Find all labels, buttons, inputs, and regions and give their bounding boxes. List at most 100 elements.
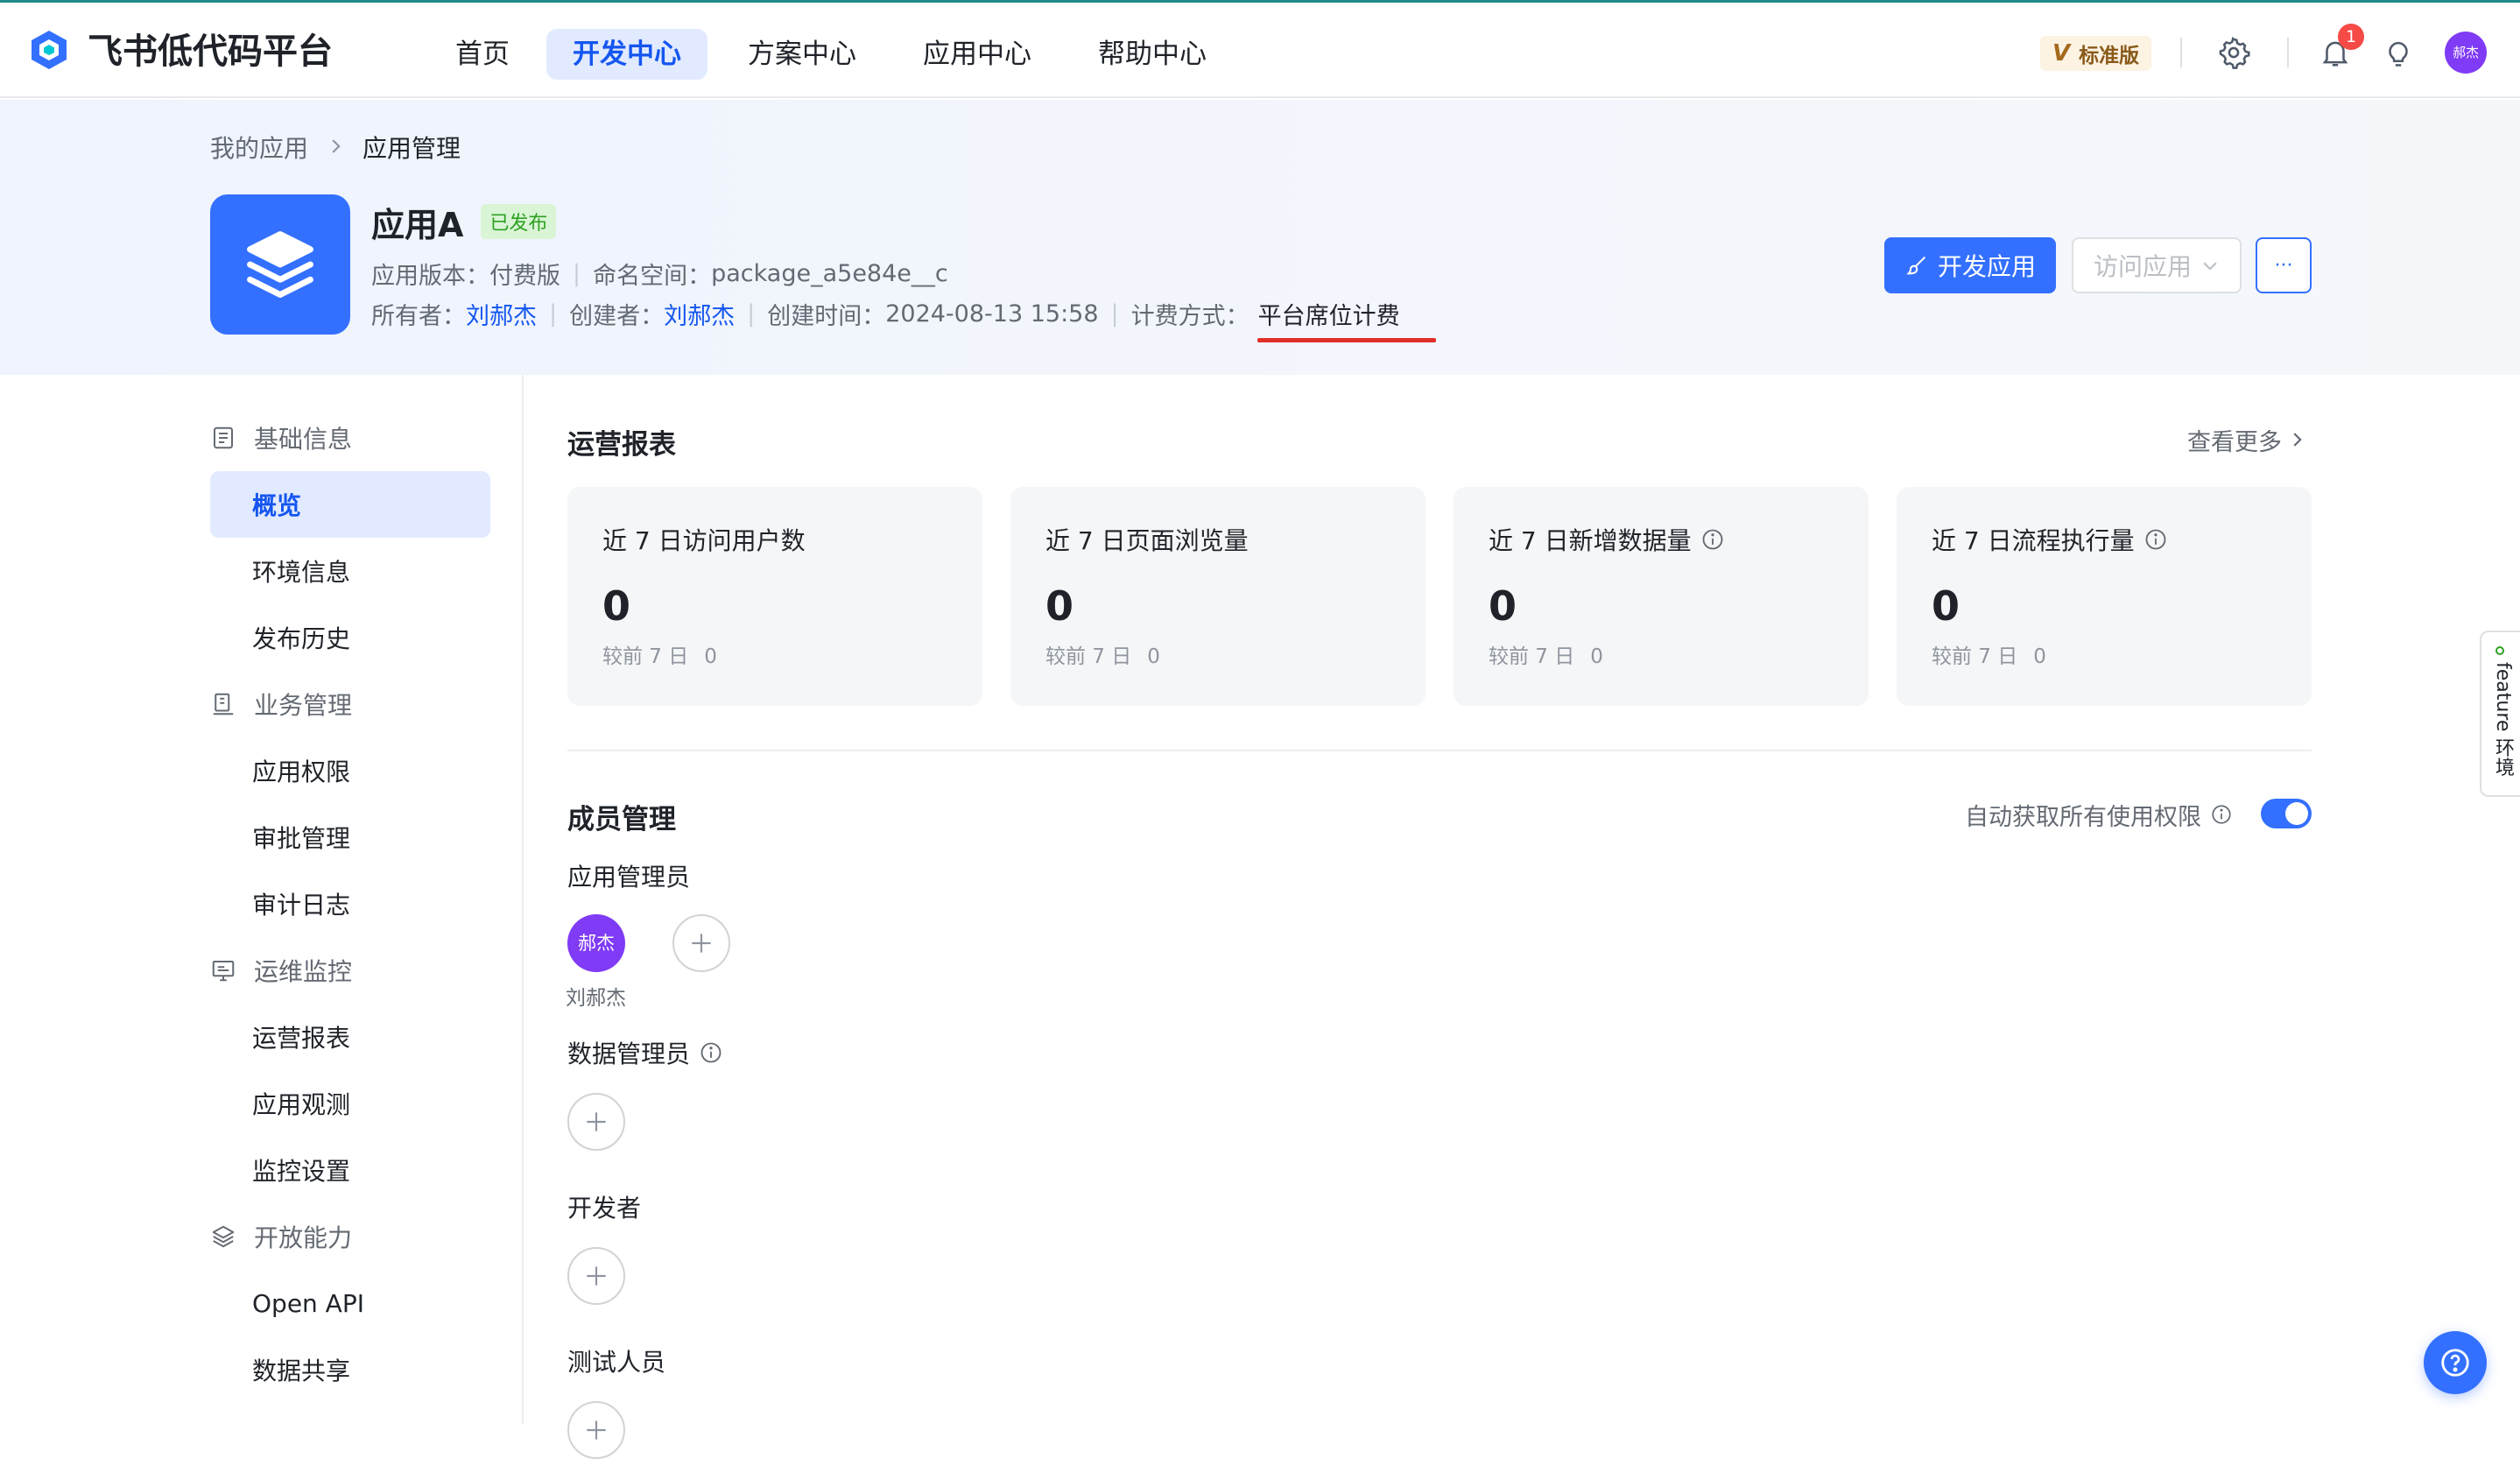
plus-icon [692, 934, 711, 953]
nav-home[interactable]: 首页 [429, 29, 536, 80]
lightbulb-icon[interactable] [2382, 36, 2415, 71]
develop-app-button[interactable]: 开发应用 [1884, 237, 2056, 293]
sidebar-item-monitor-settings[interactable]: 监控设置 [210, 1137, 490, 1203]
namespace-value: package_a5e84e__c [711, 259, 948, 287]
sidebar-item-approval[interactable]: 审批管理 [210, 804, 490, 870]
help-button[interactable] [2424, 1331, 2487, 1394]
sidebar-item-app-observe[interactable]: 应用观测 [210, 1070, 490, 1137]
member-avatar[interactable]: 郝杰 [567, 914, 625, 972]
stat-label: 近 7 日页面浏览量 [1045, 526, 1249, 555]
owner-link[interactable]: 刘郝杰 [466, 297, 537, 331]
sidebar-item-data-share[interactable]: 数据共享 [210, 1336, 490, 1403]
view-more-label: 查看更多 [2187, 428, 2282, 456]
sidebar-item-release-history[interactable]: 发布历史 [210, 604, 490, 671]
auto-permission-label: 自动获取所有使用权限 [1965, 803, 2201, 831]
sidebar-group-basic-info: 基础信息 [210, 413, 352, 462]
document-icon [214, 426, 233, 449]
more-actions-button[interactable]: ··· [2256, 237, 2312, 293]
sidebar-group-label: 基础信息 [254, 425, 353, 454]
sidebar-item-ops-report[interactable]: 运营报表 [210, 1004, 490, 1070]
app-meta-row-1: 应用版本： 付费版 | 命名空间： package_a5e84e__c [371, 256, 948, 291]
billing-value: 平台席位计费 [1257, 302, 1400, 330]
add-developer-button[interactable] [567, 1247, 625, 1305]
billing-highlight-underline [1257, 338, 1436, 342]
visit-app-label: 访问应用 [2093, 252, 2192, 281]
sidebar-item-environment[interactable]: 环境信息 [210, 538, 490, 604]
status-badge: 已发布 [481, 204, 557, 239]
creator-link[interactable]: 刘郝杰 [664, 297, 735, 331]
billing-label: 计费方式： [1130, 302, 1249, 330]
nav-app-center[interactable]: 应用中心 [897, 29, 1058, 80]
paint-brush-icon [1906, 256, 1926, 275]
info-icon[interactable] [1700, 527, 1725, 552]
chevron-right-icon [2293, 433, 2302, 447]
members-section-title: 成员管理 [567, 804, 676, 835]
add-data-admin-button[interactable] [567, 1093, 625, 1151]
sidebar-item-open-api[interactable]: Open API [210, 1270, 490, 1336]
view-more-link[interactable]: 查看更多 [2187, 422, 2306, 457]
chevron-down-icon [2203, 262, 2217, 271]
member-name: 刘郝杰 [566, 987, 626, 1010]
stat-compare: 较前 7 日0 [1932, 645, 2046, 668]
plus-icon [587, 1420, 606, 1440]
add-tester-button[interactable] [567, 1401, 625, 1459]
environment-side-tab[interactable]: feature 环境 [2480, 631, 2520, 797]
role-data-admin-label: 数据管理员 [567, 1040, 691, 1068]
sidebar-item-overview[interactable]: 概览 [210, 471, 490, 538]
stat-value: 0 [1932, 582, 1960, 630]
sidebar-group-ops: 运维监控 [210, 946, 352, 995]
brand-logo-icon[interactable] [26, 27, 72, 73]
version-label: 应用版本： [371, 262, 489, 290]
stat-label-row: 近 7 日新增数据量 [1489, 522, 1869, 557]
breadcrumb-parent[interactable]: 我的应用 [210, 130, 308, 165]
stack-layers-icon [247, 231, 313, 298]
stat-value: 0 [1489, 582, 1517, 630]
app-title-row: 应用A 已发布 [371, 198, 557, 245]
section-divider [567, 750, 2312, 751]
sidebar-group-business: 业务管理 [210, 680, 352, 729]
nav-solution-center[interactable]: 方案中心 [722, 29, 883, 80]
edition-label: 标准版 [2079, 45, 2140, 67]
app-name: 应用A [371, 205, 464, 244]
stat-card-new-data: 近 7 日新增数据量 0 较前 7 日0 [1454, 487, 1869, 706]
nav-divider [2180, 38, 2182, 67]
nav-help-center[interactable]: 帮助中心 [1072, 29, 1233, 80]
settings-gear-icon[interactable] [2217, 36, 2250, 69]
monitor-icon [212, 961, 235, 982]
created-time-value: 2024-08-13 15:58 [885, 300, 1099, 328]
info-icon[interactable] [2143, 527, 2168, 552]
creator-label: 创建者： [569, 302, 665, 330]
sidebar-group-open-capability: 开放能力 [210, 1212, 352, 1261]
stat-card-page-views: 近 7 日页面浏览量 0 较前 7 日0 [1010, 487, 1425, 706]
top-navigation-bar: 飞书低代码平台 首页 开发中心 方案中心 应用中心 帮助中心 V 标准版 1 郝… [0, 0, 2520, 98]
sidebar-item-audit-log[interactable]: 审计日志 [210, 870, 490, 937]
role-app-admin-label: 应用管理员 [567, 863, 691, 892]
meta-divider: | [573, 259, 581, 287]
plus-icon [587, 1112, 606, 1131]
info-icon[interactable] [699, 1040, 723, 1065]
chevron-right-icon [326, 133, 345, 162]
business-icon [213, 693, 234, 715]
edition-badge[interactable]: V 标准版 [2040, 36, 2152, 71]
stat-label: 近 7 日新增数据量 [1489, 526, 1692, 555]
auto-permission-row: 自动获取所有使用权限 [1965, 797, 2233, 832]
edition-mark: V [2052, 40, 2071, 67]
sidebar-group-label: 开放能力 [254, 1223, 353, 1252]
environment-status-dot [2495, 646, 2504, 655]
stat-compare: 较前 7 日0 [602, 645, 717, 668]
sidebar-item-app-permission[interactable]: 应用权限 [210, 737, 490, 804]
sidebar-group-label: 运维监控 [254, 957, 353, 986]
nav-dev-center[interactable]: 开发中心 [546, 29, 707, 80]
auto-permission-toggle[interactable] [2261, 799, 2312, 828]
user-avatar[interactable]: 郝杰 [2445, 32, 2487, 74]
version-value: 付费版 [489, 262, 560, 290]
app-icon [210, 194, 350, 335]
visit-app-button[interactable]: 访问应用 [2072, 237, 2242, 293]
breadcrumb: 我的应用 应用管理 [210, 130, 461, 165]
add-app-admin-button[interactable] [672, 914, 730, 972]
brand-name[interactable]: 飞书低代码平台 [88, 27, 333, 76]
stat-compare: 较前 7 日0 [1045, 645, 1160, 668]
question-mark-icon [2441, 1349, 2469, 1377]
owner-label: 所有者： [371, 302, 466, 330]
info-icon[interactable] [2210, 803, 2233, 826]
